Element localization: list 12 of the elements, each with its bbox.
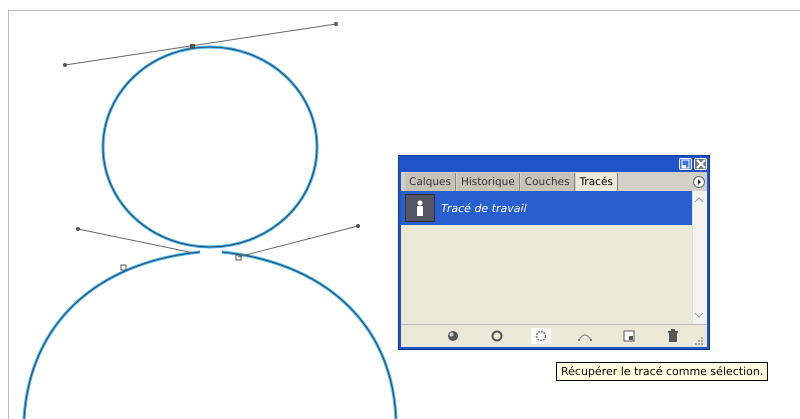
panel-tab[interactable]: Couches <box>520 173 575 191</box>
path-thumbnail-icon <box>405 194 435 222</box>
path-item[interactable]: Tracé de travail <box>401 191 692 225</box>
tooltip: Récupérer le tracé comme sélection. <box>556 362 768 381</box>
panel-tab[interactable]: Calques <box>405 173 456 191</box>
minimize-button[interactable] <box>679 158 692 170</box>
panel-tab[interactable]: Tracés <box>576 173 618 191</box>
panel-menu-button[interactable] <box>693 176 705 188</box>
close-button[interactable] <box>694 158 707 170</box>
resize-grip-icon[interactable] <box>695 337 703 345</box>
panel-tab[interactable]: Historique <box>456 173 520 191</box>
scrollbar[interactable] <box>692 191 707 324</box>
